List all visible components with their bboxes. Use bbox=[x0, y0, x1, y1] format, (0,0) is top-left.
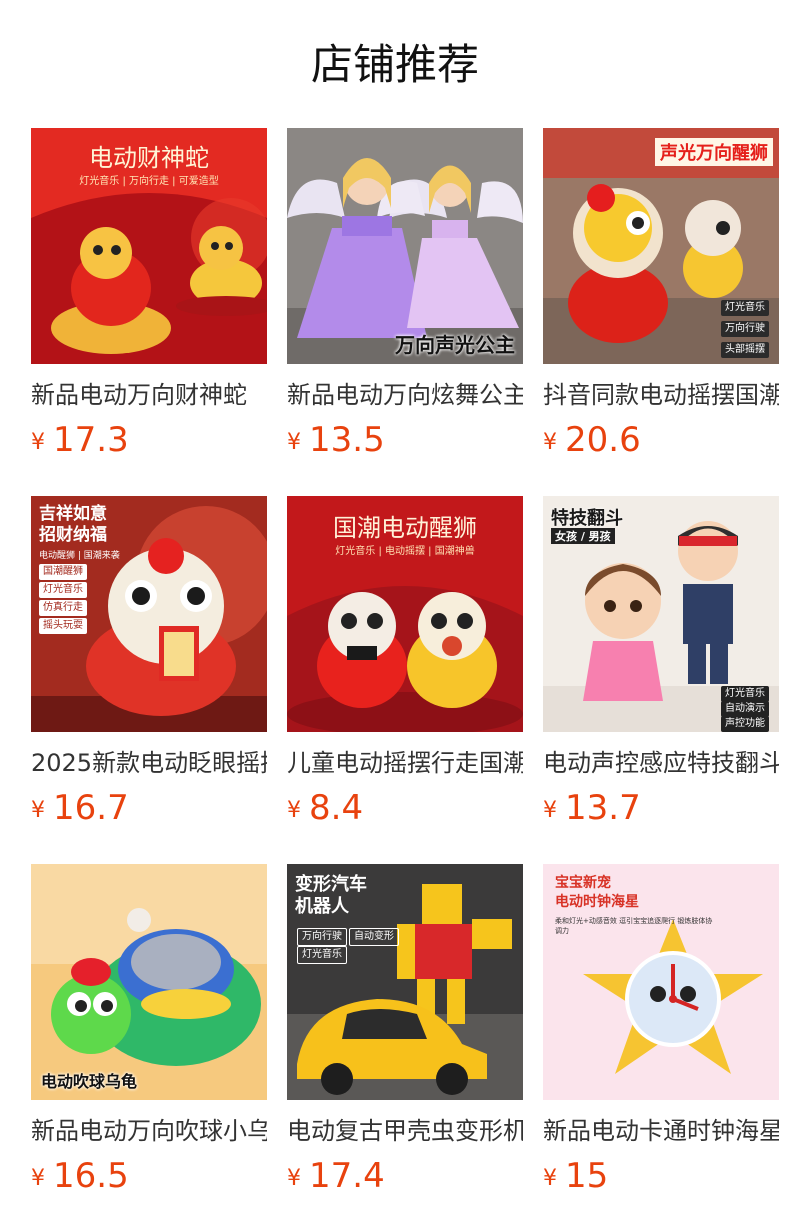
product-price: ¥8.4 bbox=[287, 788, 523, 834]
product-image[interactable]: 变形汽车 机器人 万向行驶 自动变形 灯光音乐 bbox=[287, 864, 523, 1100]
image-caption: 万向声光公主 bbox=[395, 333, 515, 357]
product-card[interactable]: 声光万向醒狮 灯光音乐 万向行驶 头部摇摆 抖音同款电动摇摆国潮醒狮 ¥20.6 bbox=[543, 128, 779, 466]
product-image[interactable]: 特技翻斗 女孩 / 男孩 灯光音乐 自动演示 声控功能 bbox=[543, 496, 779, 732]
product-image[interactable]: 吉祥如意 招财纳福 电动醒狮 | 国潮来袭 国潮醒狮 灯光音乐 仿真行走 摇头玩… bbox=[31, 496, 267, 732]
price-value: 16.5 bbox=[53, 1156, 129, 1196]
image-tag: 灯光音乐 bbox=[721, 300, 769, 316]
image-subheading: 女孩 / 男孩 bbox=[551, 528, 615, 544]
image-subheading: 柔和灯光+动感音效 逗引宝宝追逐爬行 锻炼肢体协调力 bbox=[555, 917, 713, 935]
product-name[interactable]: 电动复古甲壳虫变形机器人 bbox=[287, 1116, 523, 1146]
image-heading: 特技翻斗 bbox=[551, 508, 623, 529]
product-image[interactable]: 电动吹球乌龟 bbox=[31, 864, 267, 1100]
product-name[interactable]: 2025新款电动眨眼摇摆醒狮 bbox=[31, 748, 267, 778]
product-card[interactable]: 电动财神蛇 灯光音乐 | 万向行走 | 可爱造型 新品电动万向财神蛇 ¥17.3 bbox=[31, 128, 267, 466]
image-tag: 仿真行走 bbox=[39, 600, 87, 616]
image-tag: 灯光音乐 bbox=[39, 582, 87, 598]
product-card[interactable]: 电动吹球乌龟 新品电动万向吹球小乌龟 ¥16.5 bbox=[31, 864, 267, 1202]
product-price: ¥16.5 bbox=[31, 1156, 267, 1202]
currency-symbol: ¥ bbox=[31, 798, 45, 823]
image-subheading: 灯光音乐 | 电动摇摆 | 国潮神兽 bbox=[335, 546, 475, 557]
price-value: 13.7 bbox=[565, 788, 641, 828]
product-price: ¥17.3 bbox=[31, 420, 267, 466]
currency-symbol: ¥ bbox=[543, 798, 557, 823]
currency-symbol: ¥ bbox=[287, 430, 301, 455]
product-name[interactable]: 新品电动万向财神蛇 bbox=[31, 380, 267, 410]
image-tag: 万向行驶 bbox=[297, 928, 347, 946]
product-price: ¥20.6 bbox=[543, 420, 779, 466]
currency-symbol: ¥ bbox=[543, 1166, 557, 1191]
price-value: 17.3 bbox=[53, 420, 129, 460]
product-name[interactable]: 儿童电动摇摆行走国潮醒狮 bbox=[287, 748, 523, 778]
product-name[interactable]: 新品电动万向吹球小乌龟 bbox=[31, 1116, 267, 1146]
product-price: ¥15 bbox=[543, 1156, 779, 1202]
product-price: ¥17.4 bbox=[287, 1156, 523, 1202]
page-title: 店铺推荐 bbox=[310, 40, 479, 89]
image-heading: 吉祥如意 招财纳福 bbox=[39, 504, 107, 545]
image-tag: 万向行驶 bbox=[721, 321, 769, 337]
currency-symbol: ¥ bbox=[287, 1166, 301, 1191]
product-image[interactable]: 国潮电动醒狮 灯光音乐 | 电动摇摆 | 国潮神兽 bbox=[287, 496, 523, 732]
turtle-toy-illustration bbox=[31, 864, 267, 1100]
product-price: ¥13.7 bbox=[543, 788, 779, 834]
price-value: 16.7 bbox=[53, 788, 129, 828]
currency-symbol: ¥ bbox=[31, 430, 45, 455]
image-tag: 灯光音乐 bbox=[297, 946, 347, 964]
image-tag: 自动变形 bbox=[349, 928, 399, 946]
product-image[interactable]: 声光万向醒狮 灯光音乐 万向行驶 头部摇摆 bbox=[543, 128, 779, 364]
product-card[interactable]: 万向声光公主 新品电动万向炫舞公主 ¥13.5 bbox=[287, 128, 523, 466]
product-name[interactable]: 新品电动卡通时钟海星 bbox=[543, 1116, 779, 1146]
product-card[interactable]: 特技翻斗 女孩 / 男孩 灯光音乐 自动演示 声控功能 电动声控感应特技翻斗娃娃… bbox=[543, 496, 779, 834]
image-tag: 头部摇摆 bbox=[721, 342, 769, 358]
image-subheading: 电动醒狮 | 国潮来袭 bbox=[39, 551, 120, 561]
image-tag: 声控功能 bbox=[721, 716, 769, 732]
product-name[interactable]: 电动声控感应特技翻斗娃娃 bbox=[543, 748, 779, 778]
currency-symbol: ¥ bbox=[31, 1166, 45, 1191]
product-card[interactable]: 吉祥如意 招财纳福 电动醒狮 | 国潮来袭 国潮醒狮 灯光音乐 仿真行走 摇头玩… bbox=[31, 496, 267, 834]
product-card[interactable]: 宝宝新宠 电动时钟海星 柔和灯光+动感音效 逗引宝宝追逐爬行 锻炼肢体协调力 新… bbox=[543, 864, 779, 1202]
currency-symbol: ¥ bbox=[543, 430, 557, 455]
product-card[interactable]: 变形汽车 机器人 万向行驶 自动变形 灯光音乐 电动复古甲壳虫变形机器人 ¥17… bbox=[287, 864, 523, 1202]
product-image[interactable]: 宝宝新宠 电动时钟海星 柔和灯光+动感音效 逗引宝宝追逐爬行 锻炼肢体协调力 bbox=[543, 864, 779, 1100]
currency-symbol: ¥ bbox=[287, 798, 301, 823]
image-heading: 变形汽车 机器人 bbox=[295, 874, 367, 917]
product-image[interactable]: 万向声光公主 bbox=[287, 128, 523, 364]
image-tag: 摇头玩耍 bbox=[39, 618, 87, 634]
image-tag: 自动演示 bbox=[721, 701, 769, 717]
image-tag: 国潮醒狮 bbox=[39, 564, 87, 580]
product-card[interactable]: 国潮电动醒狮 灯光音乐 | 电动摇摆 | 国潮神兽 儿童电动摇摆行走国潮醒狮 ¥… bbox=[287, 496, 523, 834]
product-name[interactable]: 抖音同款电动摇摆国潮醒狮 bbox=[543, 380, 779, 410]
image-heading: 声光万向醒狮 bbox=[655, 138, 773, 166]
image-heading: 宝宝新宠 电动时钟海星 bbox=[555, 875, 639, 910]
product-price: ¥16.7 bbox=[31, 788, 267, 834]
image-subheading: 灯光音乐 | 万向行走 | 可爱造型 bbox=[79, 176, 219, 187]
image-tag: 灯光音乐 bbox=[721, 686, 769, 702]
price-value: 20.6 bbox=[565, 420, 641, 460]
product-price: ¥13.5 bbox=[287, 420, 523, 466]
image-caption: 电动吹球乌龟 bbox=[41, 1072, 138, 1091]
price-value: 8.4 bbox=[309, 788, 364, 828]
image-heading: 国潮电动醒狮 bbox=[333, 514, 477, 542]
product-name[interactable]: 新品电动万向炫舞公主 bbox=[287, 380, 523, 410]
price-value: 15 bbox=[565, 1156, 609, 1196]
product-image[interactable]: 电动财神蛇 灯光音乐 | 万向行走 | 可爱造型 bbox=[31, 128, 267, 364]
price-value: 13.5 bbox=[309, 420, 385, 460]
image-heading: 电动财神蛇 bbox=[89, 144, 209, 172]
price-value: 17.4 bbox=[309, 1156, 385, 1196]
